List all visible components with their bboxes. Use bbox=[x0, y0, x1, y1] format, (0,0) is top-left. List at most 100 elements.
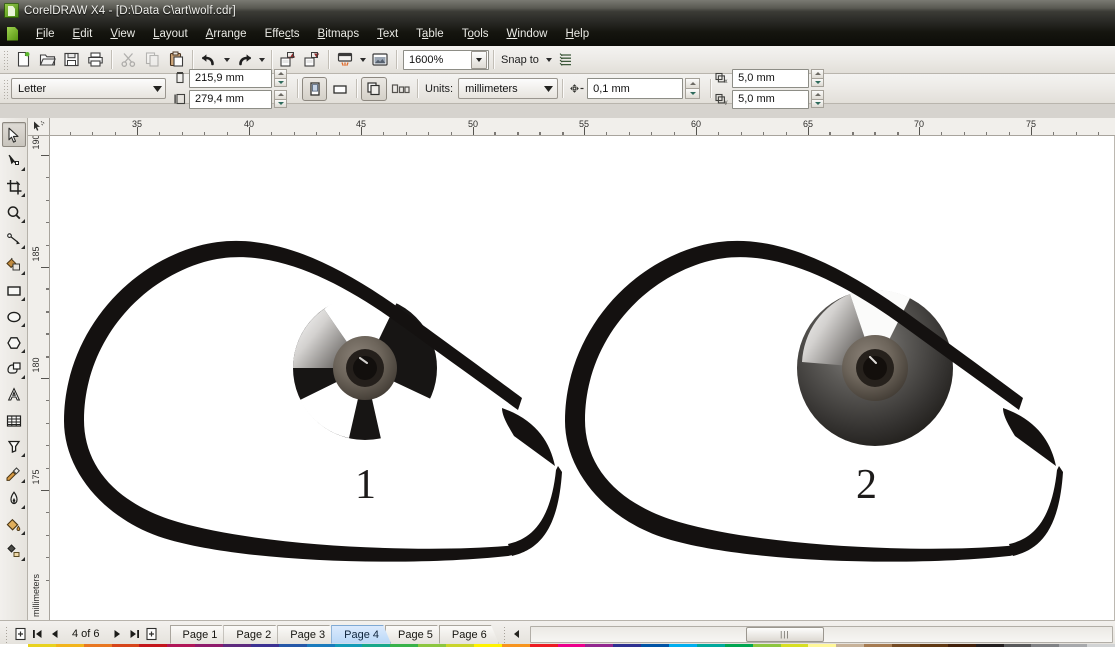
page-tab-4[interactable]: Page 4 bbox=[331, 625, 391, 644]
menu-view[interactable]: View bbox=[101, 24, 144, 44]
copy-button[interactable] bbox=[140, 48, 164, 71]
polygon-tool[interactable] bbox=[2, 330, 26, 355]
open-document-button[interactable] bbox=[35, 48, 59, 71]
duplicate-y-spinner[interactable] bbox=[811, 90, 825, 108]
vertical-ruler[interactable]: millimeters 190 185 180 175 bbox=[28, 136, 50, 620]
next-page-button[interactable] bbox=[109, 625, 126, 644]
page-height-value[interactable]: 279,4 mm bbox=[189, 89, 272, 109]
freehand-tool[interactable] bbox=[2, 226, 26, 251]
smart-fill-tool[interactable] bbox=[2, 252, 26, 277]
options-button[interactable] bbox=[555, 48, 579, 71]
scroll-left-arrow[interactable] bbox=[510, 626, 524, 643]
menu-layout[interactable]: Layout bbox=[144, 24, 197, 44]
add-page-after-button[interactable] bbox=[143, 625, 160, 644]
outline-tool-flyout-arrow[interactable] bbox=[20, 505, 25, 509]
document-menu-icon[interactable] bbox=[5, 26, 21, 42]
toolbar-grip[interactable] bbox=[3, 49, 8, 70]
first-page-button[interactable] bbox=[29, 625, 46, 644]
paper-type-dropdown-arrow[interactable] bbox=[149, 79, 165, 98]
application-launcher-button[interactable] bbox=[333, 48, 357, 71]
property-bar-grip[interactable] bbox=[3, 78, 8, 99]
landscape-orientation-button[interactable] bbox=[327, 77, 352, 101]
wolf-eyes-artwork[interactable]: 1 2 bbox=[50, 136, 1115, 620]
basic-shapes-tool[interactable] bbox=[2, 356, 26, 381]
page-width-spinner[interactable] bbox=[274, 69, 287, 87]
menu-help[interactable]: Help bbox=[556, 24, 598, 44]
menu-table[interactable]: Table bbox=[407, 24, 453, 44]
page-height-spinner[interactable] bbox=[274, 90, 287, 108]
all-pages-button[interactable] bbox=[361, 76, 387, 101]
previous-page-button[interactable] bbox=[46, 625, 63, 644]
nudge-offset-value[interactable]: 0,1 mm bbox=[587, 78, 684, 99]
crop-tool-flyout-arrow[interactable] bbox=[20, 193, 25, 197]
add-page-before-button[interactable] bbox=[12, 625, 29, 644]
interactive-fill-tool[interactable] bbox=[2, 538, 26, 563]
freehand-tool-flyout-arrow[interactable] bbox=[20, 245, 25, 249]
polygon-tool-flyout-arrow[interactable] bbox=[20, 349, 25, 353]
current-page-only-button[interactable] bbox=[387, 77, 413, 101]
smart-fill-tool-flyout-arrow[interactable] bbox=[20, 271, 25, 275]
paper-type-combo[interactable]: Letter bbox=[11, 78, 166, 99]
page-width-value[interactable]: 215,9 mm bbox=[189, 68, 272, 88]
ruler-origin-button[interactable] bbox=[28, 118, 50, 136]
fill-tool-flyout-arrow[interactable] bbox=[20, 531, 25, 535]
eyedropper-tool[interactable] bbox=[2, 460, 26, 485]
menu-effects[interactable]: Effects bbox=[256, 24, 309, 44]
horizontal-scrollbar[interactable]: ||| bbox=[529, 625, 1113, 643]
corel-online-button[interactable] bbox=[368, 48, 392, 71]
menu-edit[interactable]: Edit bbox=[64, 24, 102, 44]
new-document-button[interactable] bbox=[11, 48, 35, 71]
crop-tool[interactable] bbox=[2, 174, 26, 199]
menu-arrange[interactable]: Arrange bbox=[197, 24, 256, 44]
page-tab-2[interactable]: Page 2 bbox=[223, 625, 283, 644]
portrait-orientation-button[interactable] bbox=[302, 76, 327, 101]
zoom-tool[interactable] bbox=[2, 200, 26, 225]
units-dropdown-arrow[interactable] bbox=[540, 85, 557, 92]
shape-tool[interactable] bbox=[2, 148, 26, 173]
page-tab-1[interactable]: Page 1 bbox=[170, 625, 230, 644]
outline-tool[interactable] bbox=[2, 486, 26, 511]
ellipse-tool[interactable] bbox=[2, 304, 26, 329]
cut-button[interactable] bbox=[116, 48, 140, 71]
menu-window[interactable]: Window bbox=[498, 24, 557, 44]
zoom-tool-flyout-arrow[interactable] bbox=[20, 219, 25, 223]
horizontal-scroll-thumb[interactable]: ||| bbox=[745, 626, 824, 642]
eyedropper-tool-flyout-arrow[interactable] bbox=[20, 479, 25, 483]
interactive-fill-tool-flyout-arrow[interactable] bbox=[20, 557, 25, 561]
page-tab-5[interactable]: Page 5 bbox=[385, 625, 445, 644]
interactive-blend-tool[interactable] bbox=[2, 434, 26, 459]
page-surface[interactable]: 1 2 bbox=[50, 136, 1115, 620]
horizontal-ruler[interactable]: 35 40 45 50 55 60 65 70 75 bbox=[50, 118, 1115, 136]
table-tool[interactable] bbox=[2, 408, 26, 433]
menu-tools[interactable]: Tools bbox=[453, 24, 498, 44]
menu-file[interactable]: File bbox=[27, 24, 64, 44]
duplicate-x-spinner[interactable] bbox=[811, 69, 825, 87]
menu-text[interactable]: Text bbox=[368, 24, 407, 44]
last-page-button[interactable] bbox=[126, 625, 143, 644]
statusbar-grip[interactable] bbox=[5, 625, 9, 643]
rectangle-tool-flyout-arrow[interactable] bbox=[20, 297, 25, 301]
launcher-dropdown-arrow[interactable] bbox=[357, 48, 368, 71]
pick-tool[interactable] bbox=[1, 122, 26, 147]
shape-tool-flyout-arrow[interactable] bbox=[20, 167, 25, 171]
menu-bitmaps[interactable]: Bitmaps bbox=[309, 24, 369, 44]
text-tool[interactable] bbox=[2, 382, 26, 407]
ellipse-tool-flyout-arrow[interactable] bbox=[20, 323, 25, 327]
nudge-offset-spinner[interactable] bbox=[685, 78, 701, 99]
blend-tool-flyout-arrow[interactable] bbox=[20, 453, 25, 457]
scrollbar-grip[interactable] bbox=[502, 625, 507, 643]
zoom-level-dropdown-arrow[interactable] bbox=[471, 50, 487, 69]
fill-tool[interactable] bbox=[2, 512, 26, 537]
basic-shapes-tool-flyout-arrow[interactable] bbox=[20, 375, 25, 379]
rectangle-tool[interactable] bbox=[2, 278, 26, 303]
print-button[interactable] bbox=[83, 48, 107, 71]
drawing-canvas[interactable]: 1 2 bbox=[50, 136, 1115, 620]
duplicate-distance-x-value[interactable]: 5,0 mm bbox=[732, 68, 810, 88]
snap-to-label[interactable]: Snap to bbox=[501, 54, 539, 66]
zoom-level-combo[interactable]: 1600% bbox=[403, 49, 489, 70]
export-button[interactable] bbox=[300, 48, 324, 71]
units-combo[interactable]: millimeters bbox=[458, 78, 559, 99]
page-tab-6[interactable]: Page 6 bbox=[439, 625, 499, 644]
snap-to-dropdown-arrow[interactable] bbox=[544, 48, 555, 71]
save-document-button[interactable] bbox=[59, 48, 83, 71]
